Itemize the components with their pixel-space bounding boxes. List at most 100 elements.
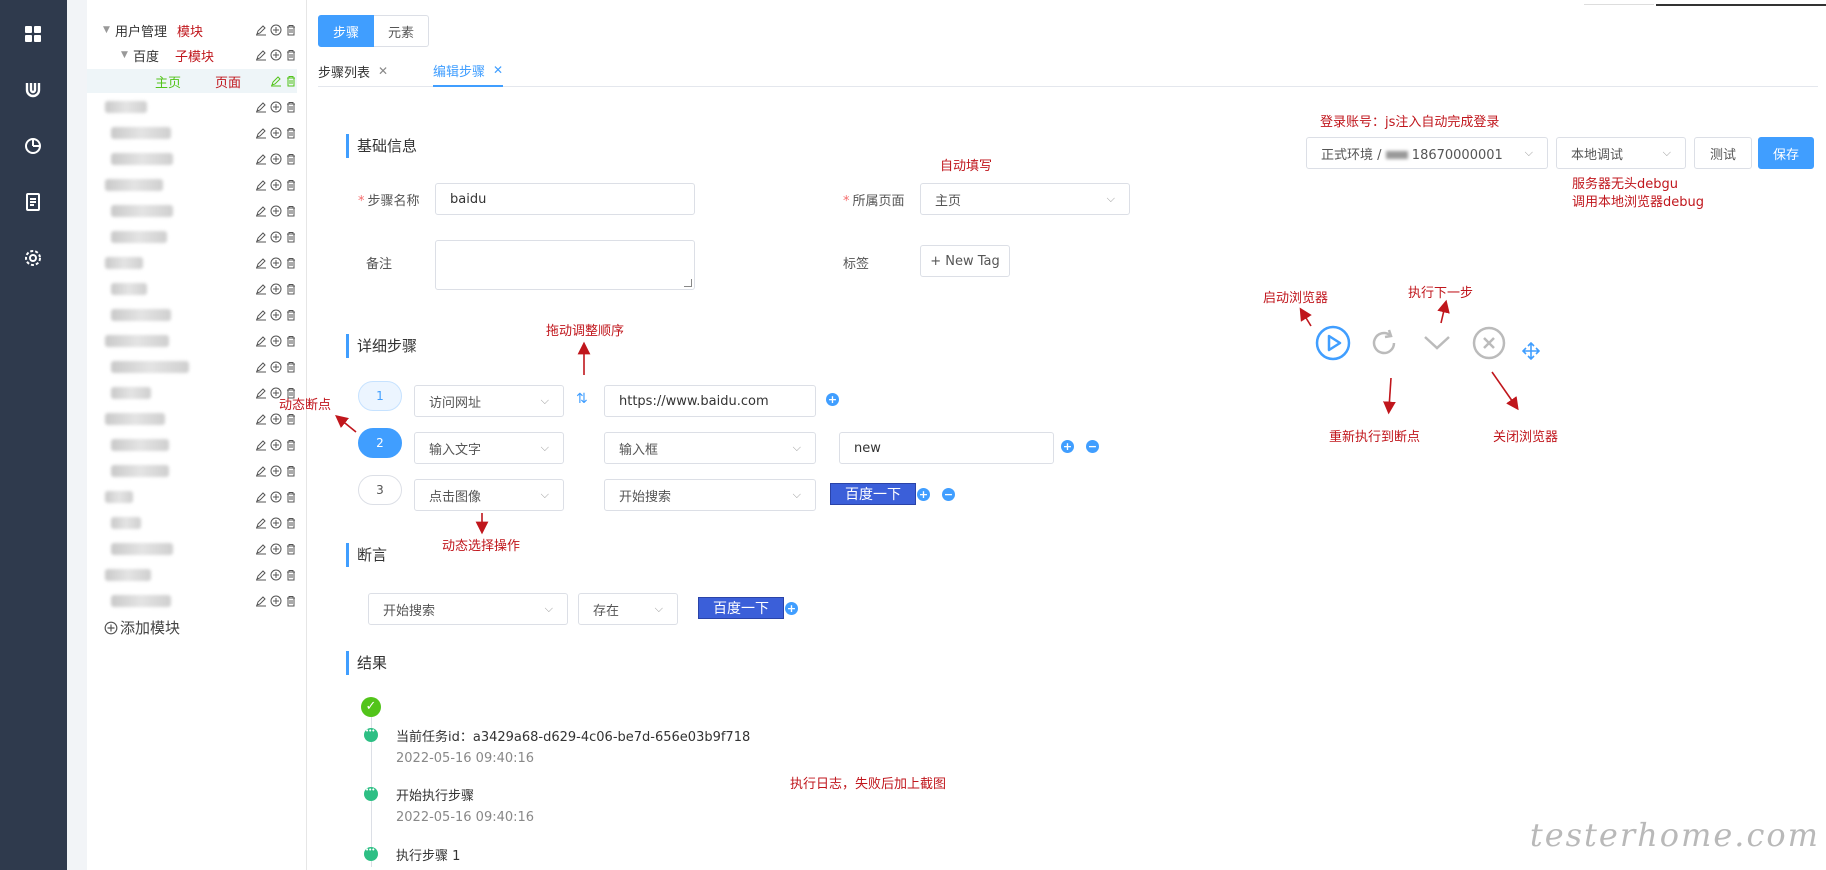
close-browser-icon[interactable]	[1472, 326, 1506, 360]
steps-mode-button[interactable]: 步骤	[318, 15, 375, 47]
tree-node-redacted[interactable]	[87, 95, 297, 119]
node-actions[interactable]	[255, 127, 297, 139]
step-action-select[interactable]: 点击图像 ⌵	[414, 479, 564, 511]
step-target-select[interactable]: 输入框 ⌵	[604, 432, 816, 464]
step-number[interactable]: 1	[358, 381, 402, 411]
assert-condition-select[interactable]: 存在 ⌵	[578, 593, 678, 625]
node-actions[interactable]	[255, 153, 297, 165]
step-target-select[interactable]: 开始搜索 ⌵	[604, 479, 816, 511]
new-tag-button[interactable]: + New Tag	[920, 245, 1010, 277]
launch-browser-icon[interactable]	[1315, 325, 1351, 361]
add-circle-icon[interactable]	[270, 49, 282, 61]
move-icon[interactable]	[1522, 342, 1540, 360]
tree-node-redacted[interactable]	[87, 251, 297, 275]
tree-node-redacted[interactable]	[87, 147, 297, 171]
tree-node-redacted[interactable]	[87, 303, 297, 327]
tree-node-label: 百度	[133, 49, 160, 65]
remove-step-icon[interactable]: −	[1086, 440, 1099, 453]
chart-icon[interactable]	[19, 132, 47, 160]
step-action-select[interactable]: 访问网址 ⌵	[414, 385, 564, 417]
step-name-input[interactable]: baidu	[435, 183, 695, 215]
node-actions[interactable]	[255, 309, 297, 321]
section-assert: 断言	[346, 543, 387, 567]
step-target-input[interactable]: https://www.baidu.com	[604, 385, 816, 417]
save-button[interactable]: 保存	[1758, 137, 1814, 169]
node-actions[interactable]	[255, 283, 297, 295]
tree-node-page[interactable]: 主页 页面	[87, 69, 297, 93]
add-assert-icon[interactable]: +	[785, 602, 798, 615]
delete-icon[interactable]	[285, 24, 297, 36]
step-action-select[interactable]: 输入文字 ⌵	[414, 432, 564, 464]
close-icon[interactable]: ✕	[378, 64, 388, 78]
tree-node-redacted[interactable]	[87, 173, 297, 197]
annotation-module: 模块	[177, 24, 204, 40]
node-actions[interactable]	[255, 465, 297, 477]
node-actions[interactable]	[255, 361, 297, 373]
rerun-icon[interactable]	[1368, 327, 1400, 359]
step-number[interactable]: 2	[358, 428, 402, 458]
next-step-icon[interactable]	[1422, 333, 1452, 353]
tree-node-redacted[interactable]	[87, 589, 297, 613]
annotation-local: 调用本地浏览器debug	[1572, 195, 1704, 210]
env-select[interactable]: 正式环境 / 18670000001 ⌵	[1306, 137, 1548, 169]
tree-node-root[interactable]: ▼ 用户管理 模块	[87, 18, 297, 42]
node-actions[interactable]	[255, 257, 297, 269]
node-actions[interactable]	[255, 517, 297, 529]
drag-sort-icon[interactable]: ⇅	[576, 391, 588, 407]
assert-element-select[interactable]: 开始搜索 ⌵	[368, 593, 568, 625]
delete-icon[interactable]	[285, 75, 297, 87]
caret-down-icon[interactable]: ▼	[121, 50, 133, 60]
elements-mode-button[interactable]: 元素	[374, 15, 430, 47]
node-actions[interactable]	[255, 543, 297, 555]
node-actions[interactable]	[255, 179, 297, 191]
settings-icon[interactable]	[19, 244, 47, 272]
tree-node-redacted[interactable]	[87, 485, 297, 509]
step-number[interactable]: 3	[358, 475, 402, 505]
edit-icon[interactable]	[255, 24, 267, 36]
dashboard-icon[interactable]	[19, 20, 47, 48]
add-step-icon[interactable]: +	[1061, 440, 1074, 453]
close-icon[interactable]: ✕	[493, 63, 503, 77]
node-actions[interactable]	[255, 595, 297, 607]
node-actions[interactable]	[255, 569, 297, 581]
tab-edit-step[interactable]: 编辑步骤 ✕	[433, 55, 504, 87]
magnet-icon[interactable]	[19, 76, 47, 104]
node-actions[interactable]	[255, 231, 297, 243]
tree-node-redacted[interactable]	[87, 563, 297, 587]
edit-icon[interactable]	[270, 75, 282, 87]
tree-node-redacted[interactable]	[87, 459, 297, 483]
tree-node-redacted[interactable]	[87, 537, 297, 561]
tree-node-redacted[interactable]	[87, 407, 297, 431]
node-actions[interactable]	[255, 101, 297, 113]
tree-node-redacted[interactable]	[87, 329, 297, 353]
node-actions[interactable]	[255, 491, 297, 503]
document-icon[interactable]	[19, 188, 47, 216]
add-step-icon[interactable]: +	[917, 488, 930, 501]
tree-node-redacted[interactable]	[87, 277, 297, 301]
caret-down-icon[interactable]: ▼	[103, 25, 115, 35]
add-circle-icon[interactable]	[270, 24, 282, 36]
page-select[interactable]: 主页 ⌵	[920, 183, 1130, 215]
step-value-input[interactable]: new	[839, 432, 1054, 464]
add-step-icon[interactable]: +	[826, 393, 839, 406]
tree-node-redacted[interactable]	[87, 121, 297, 145]
add-module-button[interactable]: 添加模块	[104, 617, 180, 638]
tree-node-redacted[interactable]	[87, 511, 297, 535]
node-actions[interactable]	[255, 335, 297, 347]
tree-node-redacted[interactable]	[87, 433, 297, 457]
node-actions[interactable]	[255, 413, 297, 425]
test-button[interactable]: 测试	[1694, 137, 1752, 169]
node-actions[interactable]	[255, 439, 297, 451]
tree-node-child[interactable]: ▼ 百度 子模块	[87, 43, 297, 67]
tree-node-redacted[interactable]	[87, 381, 297, 405]
node-actions[interactable]	[255, 205, 297, 217]
debug-mode-select[interactable]: 本地调试 ⌵	[1556, 137, 1686, 169]
edit-icon[interactable]	[255, 49, 267, 61]
delete-icon[interactable]	[285, 49, 297, 61]
tree-node-redacted[interactable]	[87, 225, 297, 249]
tab-step-list[interactable]: 步骤列表 ✕	[318, 55, 388, 87]
tree-node-redacted[interactable]	[87, 355, 297, 379]
remove-step-icon[interactable]: −	[942, 488, 955, 501]
tree-node-redacted[interactable]	[87, 199, 297, 223]
remark-textarea[interactable]	[435, 240, 695, 290]
